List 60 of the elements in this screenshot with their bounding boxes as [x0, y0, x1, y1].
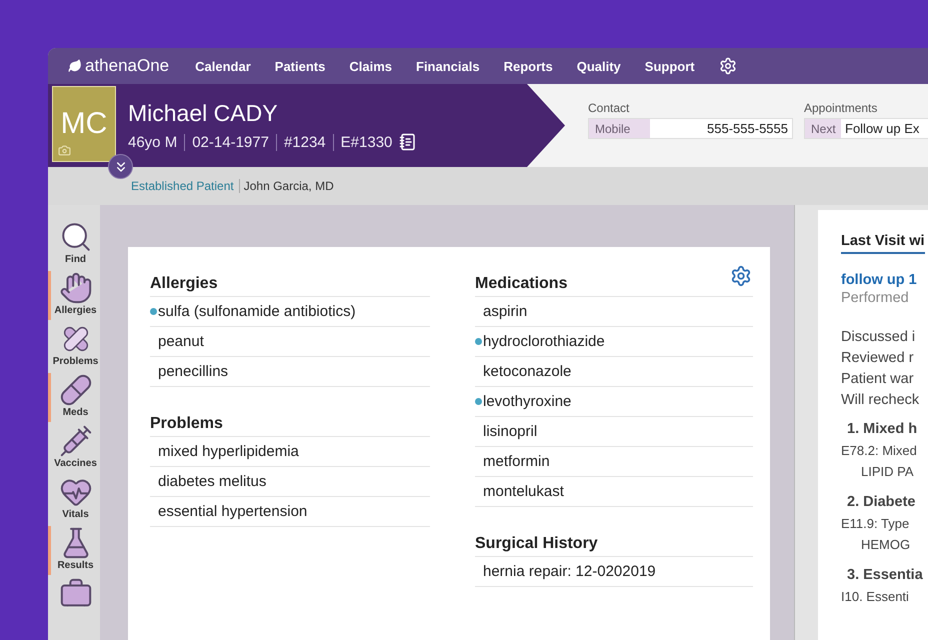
list-item[interactable]: essential hypertension [150, 497, 430, 527]
list-item[interactable]: levothyroxine [475, 387, 753, 417]
note-line: Reviewed r [841, 349, 915, 368]
patient-detail: 46yo M [128, 134, 178, 150]
sidebar-item[interactable]: Vitals [48, 475, 100, 524]
field-label: Next [805, 119, 841, 138]
mobile-field[interactable]: Mobile 555-555-5555 [588, 118, 793, 139]
section-title: Medications [475, 275, 753, 297]
visit-tab[interactable]: Last Visit wi [841, 233, 925, 254]
list-item[interactable]: aspirin [475, 297, 753, 327]
note-line: Will recheck [841, 391, 920, 410]
nav-link[interactable]: Claims [349, 58, 392, 74]
performed-text: Performed [841, 289, 910, 308]
order-text: LIPID PA [860, 463, 915, 481]
list-item[interactable]: hernia repair: 12-0202019 [475, 557, 753, 587]
sidebar-item[interactable]: Problems [48, 322, 100, 371]
provider-name: John Garcia, MD [242, 179, 334, 193]
nav-link[interactable]: Calendar [195, 58, 251, 74]
sidebar-item[interactable]: Find [48, 220, 100, 269]
field-label: Mobile [589, 119, 650, 138]
field-value: 555-555-5555 [650, 119, 792, 138]
diagnosis-code: E11.9: Type [841, 515, 910, 533]
nav-link[interactable]: Support [644, 58, 695, 74]
section-title: Problems [150, 415, 430, 437]
section-title: Surgical History [475, 535, 753, 557]
note-line: Discussed i [841, 328, 916, 347]
contact-title: Contact [588, 101, 630, 115]
list-item[interactable]: montelukast [475, 477, 753, 507]
nav-link[interactable]: Reports [504, 58, 553, 74]
field-value: Follow up Ex [841, 119, 928, 138]
note-line: Patient war [841, 370, 915, 389]
diagnosis-code: I10. Essenti [841, 588, 910, 606]
section-title: Allergies [150, 275, 430, 297]
sidebar-item[interactable]: Vaccines [48, 424, 100, 473]
list-item[interactable]: lisinopril [475, 417, 753, 447]
list-item[interactable]: mixed hyperlipidemia [150, 437, 430, 467]
nav-link[interactable]: Financials [416, 58, 480, 74]
visit-link[interactable]: follow up 1 [841, 272, 928, 288]
patient-detail: #1234 [276, 134, 333, 150]
nav-link[interactable]: Patients [274, 58, 326, 74]
brand-logo[interactable]: athenaOne [68, 56, 170, 76]
list-item[interactable]: penecillins [150, 357, 430, 387]
patient-detail: E#1330 [332, 134, 400, 150]
assessment-title: 2. Diabete [846, 493, 916, 512]
patient-detail: 02-14-1977 [184, 134, 276, 150]
appointments-title: Appointments [804, 101, 878, 115]
diagnosis-code: E78.2: Mixed [841, 442, 918, 460]
list-item[interactable]: peanut [150, 327, 430, 357]
list-item[interactable]: diabetes melitus [150, 467, 430, 497]
patient-name: Michael CADY [128, 100, 279, 127]
assessment-title: 1. Mixed h [846, 420, 918, 439]
assessment-title: 3. Essentia [846, 566, 924, 585]
nav-link[interactable]: Quality [576, 58, 621, 74]
list-item[interactable]: ketoconazole [475, 357, 753, 387]
next-appointment-field[interactable]: Next Follow up Ex [804, 118, 928, 139]
list-item[interactable]: hydroclorothiazide [475, 327, 753, 357]
avatar-initials: MC [52, 86, 116, 162]
order-text: HEMOG [860, 536, 912, 554]
list-item[interactable]: sulfa (sulfonamide antibiotics) [150, 297, 430, 327]
list-item[interactable]: metformin [475, 447, 753, 477]
